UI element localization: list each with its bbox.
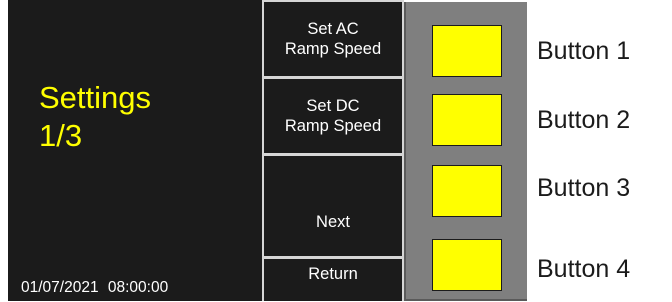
button-1[interactable]: [432, 25, 502, 77]
return-button[interactable]: Return: [264, 259, 402, 301]
button-3[interactable]: [432, 165, 502, 217]
softkey-column: Set AC Ramp Speed Set DC Ramp Speed Next…: [262, 0, 404, 301]
next-button[interactable]: Next: [264, 156, 402, 256]
device-display: Settings 1/3 01/07/2021 08:00:00 Set AC …: [0, 0, 672, 302]
button-4[interactable]: [432, 239, 502, 291]
datetime-readout: 01/07/2021 08:00:00: [21, 279, 169, 296]
set-dc-ramp-speed-button[interactable]: Set DC Ramp Speed: [264, 79, 402, 153]
button-2-label: Button 2: [537, 106, 631, 134]
button-1-label: Button 1: [537, 37, 631, 65]
page-title: Settings 1/3: [39, 80, 152, 153]
set-ac-ramp-speed-button[interactable]: Set AC Ramp Speed: [264, 2, 402, 76]
button-2[interactable]: [432, 94, 502, 146]
button-3-label: Button 3: [537, 174, 631, 202]
settings-screen: Settings 1/3 01/07/2021 08:00:00: [8, 0, 262, 301]
button-4-label: Button 4: [537, 255, 631, 283]
